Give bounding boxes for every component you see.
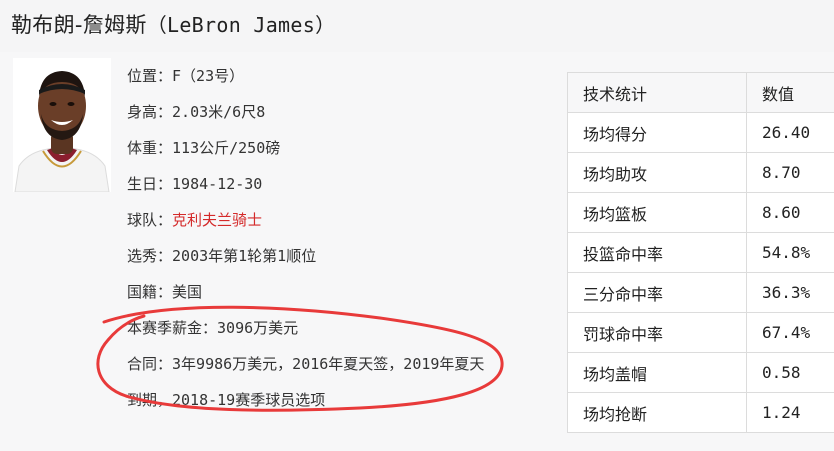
stat-label: 场均助攻 bbox=[567, 152, 747, 193]
stat-label: 投篮命中率 bbox=[567, 232, 747, 273]
stats-header-value: 数值 bbox=[746, 72, 834, 113]
draft-value: 2003年第1轮第1顺位 bbox=[172, 247, 317, 265]
birthday-label: 生日： bbox=[127, 175, 173, 193]
info-height: 身高：2.03米/6尺8 bbox=[127, 94, 547, 130]
position-label: 位置： bbox=[127, 67, 173, 85]
draft-label: 选秀： bbox=[127, 247, 173, 265]
info-team: 球队：克利夫兰骑士 bbox=[127, 202, 547, 238]
weight-label: 体重： bbox=[127, 139, 173, 157]
nationality-value: 美国 bbox=[172, 283, 203, 301]
position-value: F（23号） bbox=[172, 67, 245, 85]
table-row: 三分命中率 36.3% bbox=[567, 272, 834, 313]
stat-label: 场均得分 bbox=[567, 112, 747, 153]
stats-header-row: 技术统计 数值 bbox=[567, 72, 834, 113]
page-title: 勒布朗-詹姆斯（LeBron James） bbox=[11, 9, 335, 39]
info-weight: 体重：113公斤/250磅 bbox=[127, 130, 547, 166]
team-link[interactable]: 克利夫兰骑士 bbox=[172, 211, 262, 229]
table-row: 场均篮板 8.60 bbox=[567, 192, 834, 233]
table-row: 场均抢断 1.24 bbox=[567, 392, 834, 433]
stat-value: 0.58 bbox=[746, 352, 834, 393]
player-info-list: 位置：F（23号） 身高：2.03米/6尺8 体重：113公斤/250磅 生日：… bbox=[127, 58, 547, 418]
salary-value: 3096万美元 bbox=[217, 319, 299, 337]
height-label: 身高： bbox=[127, 103, 173, 121]
stat-label: 罚球命中率 bbox=[567, 312, 747, 353]
info-nationality: 国籍：美国 bbox=[127, 274, 547, 310]
player-name-en: （LeBron James） bbox=[146, 13, 336, 37]
stat-value: 8.70 bbox=[746, 152, 834, 193]
stat-label: 场均篮板 bbox=[567, 192, 747, 233]
birthday-value: 1984-12-30 bbox=[172, 175, 263, 193]
height-value: 2.03米/6尺8 bbox=[172, 103, 266, 121]
stat-label: 三分命中率 bbox=[567, 272, 747, 313]
page-header: 勒布朗-詹姆斯（LeBron James） bbox=[0, 0, 834, 52]
salary-label: 本赛季薪金： bbox=[127, 319, 218, 337]
table-row: 场均盖帽 0.58 bbox=[567, 352, 834, 393]
info-position: 位置：F（23号） bbox=[127, 58, 547, 94]
player-photo bbox=[13, 58, 111, 192]
info-birthday: 生日：1984-12-30 bbox=[127, 166, 547, 202]
stat-value: 36.3% bbox=[746, 272, 834, 313]
contract-value: 3年9986万美元，2016年夏天签，2019年夏天到期，2018-19赛季球员… bbox=[127, 355, 485, 409]
info-salary: 本赛季薪金：3096万美元 bbox=[127, 310, 547, 346]
player-portrait-image bbox=[13, 58, 111, 192]
stat-value: 54.8% bbox=[746, 232, 834, 273]
table-row: 罚球命中率 67.4% bbox=[567, 312, 834, 353]
stats-header-stat: 技术统计 bbox=[567, 72, 747, 113]
stats-table: 技术统计 数值 场均得分 26.40 场均助攻 8.70 场均篮板 8.60 投篮命中… bbox=[567, 72, 834, 433]
table-row: 投篮命中率 54.8% bbox=[567, 232, 834, 273]
table-row: 场均助攻 8.70 bbox=[567, 152, 834, 193]
player-name-cn: 勒布朗-詹姆斯 bbox=[11, 13, 147, 37]
weight-value: 113公斤/250磅 bbox=[172, 139, 281, 157]
stat-value: 26.40 bbox=[746, 112, 834, 153]
info-draft: 选秀：2003年第1轮第1顺位 bbox=[127, 238, 547, 274]
stat-label: 场均盖帽 bbox=[567, 352, 747, 393]
info-contract: 合同：3年9986万美元，2016年夏天签，2019年夏天到期，2018-19赛… bbox=[127, 346, 497, 418]
stat-value: 67.4% bbox=[746, 312, 834, 353]
table-row: 场均得分 26.40 bbox=[567, 112, 834, 153]
contract-label: 合同： bbox=[127, 355, 173, 373]
nationality-label: 国籍： bbox=[127, 283, 173, 301]
stat-value: 1.24 bbox=[746, 392, 834, 433]
stat-label: 场均抢断 bbox=[567, 392, 747, 433]
stat-value: 8.60 bbox=[746, 192, 834, 233]
team-label: 球队： bbox=[127, 211, 173, 229]
